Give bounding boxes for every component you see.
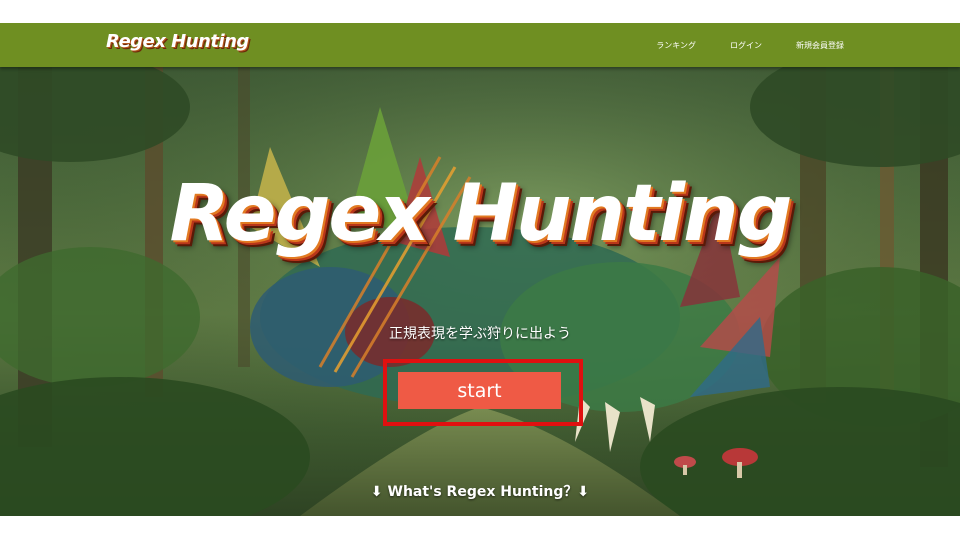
nav-link-ranking[interactable]: ランキング xyxy=(656,40,696,51)
jungle-monster-illustration xyxy=(0,67,960,516)
nav-link-login[interactable]: ログイン xyxy=(730,40,762,51)
nav-links: ランキング ログイン 新規会員登録 xyxy=(656,23,844,67)
hero-title: Regex Hunting xyxy=(169,169,792,259)
hero-section: Regex Hunting 正規表現を学ぶ狩りに出よう start ⬇ What… xyxy=(0,67,960,516)
page-frame: Regex Hunting ランキング ログイン 新規会員登録 Regex Hu… xyxy=(0,23,960,516)
nav-link-register[interactable]: 新規会員登録 xyxy=(796,40,844,51)
start-button[interactable]: start xyxy=(398,372,561,409)
hero-subtitle: 正規表現を学ぶ狩りに出よう xyxy=(389,326,571,342)
top-nav-bar: Regex Hunting ランキング ログイン 新規会員登録 xyxy=(0,23,960,67)
whats-regex-hunting-link[interactable]: ⬇ What's Regex Hunting？⬇ xyxy=(0,481,960,501)
site-logo[interactable]: Regex Hunting xyxy=(106,31,249,52)
